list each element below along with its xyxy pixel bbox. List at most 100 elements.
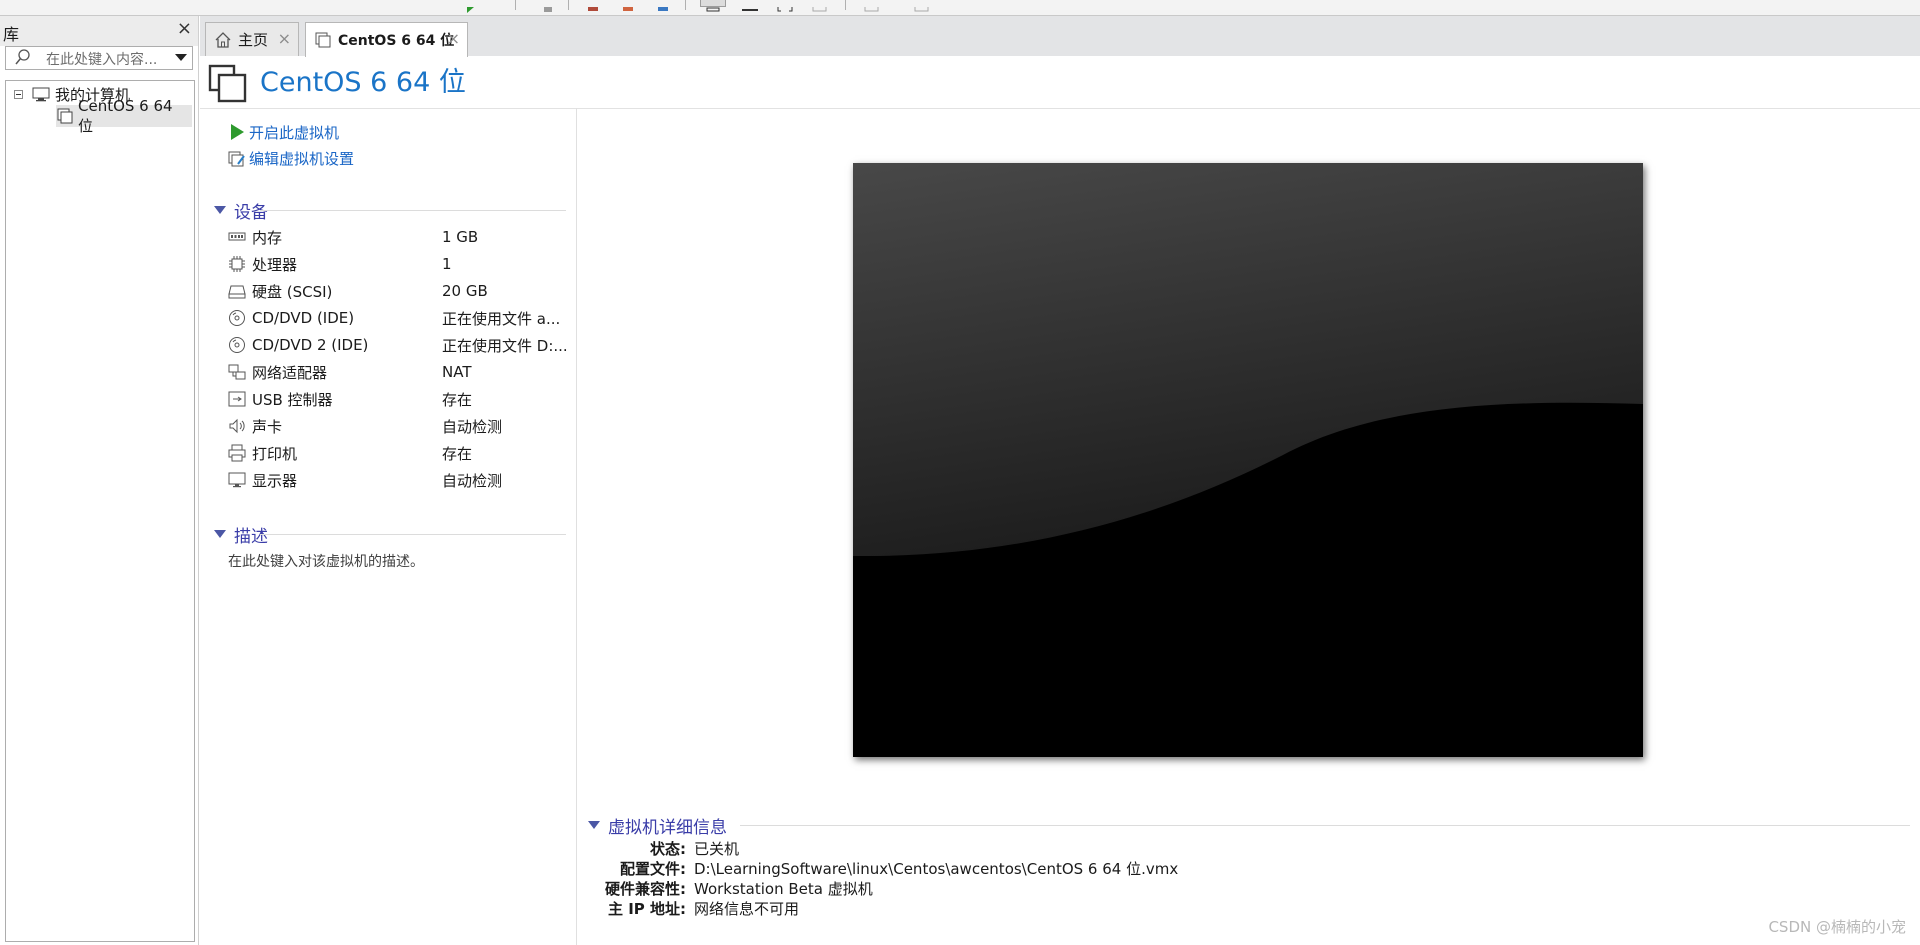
revert-snapshot-toolbar-button[interactable] [585,0,603,11]
tab-close-button[interactable]: × [278,29,291,48]
tab-strip: 主页 × CentOS 6 64 位 × [200,16,1920,57]
device-row-hard-disk[interactable]: 硬盘 (SCSI) 20 GB [228,279,573,303]
device-name: 处理器 [252,255,298,274]
detail-row-hardware-compat: 硬件兼容性: Workstation Beta 虚拟机 [588,878,873,898]
search-placeholder: 在此处键入内容... [46,52,158,68]
vm-details-section-header[interactable]: 虚拟机详细信息 [588,813,727,838]
memory-icon [228,228,246,246]
device-name: CD/DVD 2 (IDE) [252,336,369,354]
edit-settings-link[interactable]: 编辑虚拟机设置 [228,147,354,169]
detail-value: 网络信息不可用 [694,899,800,918]
device-value: 存在 [442,444,473,463]
library-header: 库 × [0,16,198,46]
manage-snapshots-toolbar-button[interactable] [620,0,638,11]
device-row-processor[interactable]: 处理器 1 [228,252,573,276]
search-dropdown-icon[interactable] [175,54,187,61]
device-value: 自动检测 [442,471,503,490]
collapse-icon[interactable] [14,89,23,99]
stretch-toolbar-button[interactable] [912,0,932,12]
detail-row-ip-address: 主 IP 地址: 网络信息不可用 [588,898,799,918]
device-row-cd-dvd-2[interactable]: CD/DVD 2 (IDE) 正在使用文件 D:... [228,333,573,357]
snapshot-manager-toolbar-button[interactable] [655,0,673,11]
device-name: 显示器 [252,471,298,490]
fullscreen-toolbar-button[interactable] [775,0,795,12]
detail-label: 硬件兼容性: [605,879,686,898]
detail-value[interactable]: D:\LearningSoftware\linux\Centos\awcento… [694,858,1178,879]
description-field[interactable]: 在此处键入对该虚拟机的描述。 [228,551,424,571]
detail-row-config-file: 配置文件: D:\LearningSoftware\linux\Centos\a… [588,858,1178,878]
device-value: 正在使用文件 a... [442,309,561,328]
toolbar [0,0,1920,16]
section-divider [260,534,566,535]
tab-label: 主页 [238,31,269,49]
detail-value: Workstation Beta 虚拟机 [694,879,873,898]
library-title: 库 [3,25,20,44]
vm-large-icon [208,64,248,104]
printer-icon [228,444,246,462]
device-row-sound-card[interactable]: 声卡 自动检测 [228,414,573,438]
sound-card-icon [228,417,246,435]
device-name: 内存 [252,228,283,247]
tab-home[interactable]: 主页 × [205,22,299,56]
device-value: NAT [442,363,472,381]
tree-item-vm[interactable]: CentOS 6 64 位 [56,97,192,135]
toolbar-separator [568,0,569,10]
tab-vm[interactable]: CentOS 6 64 位 × [305,22,468,57]
hard-disk-icon [228,282,246,300]
device-name: 打印机 [252,444,298,463]
device-value: 1 GB [442,228,479,246]
console-view-toolbar-button[interactable] [740,0,760,11]
vm-summary-column: 开启此虚拟机 编辑虚拟机设置 设备 内存 1 GB 处理器 1 硬盘 (SCSI… [200,108,577,945]
device-name: CD/DVD (IDE) [252,309,355,327]
vm-screen-preview[interactable] [853,163,1643,757]
vm-details-header-label: 虚拟机详细信息 [608,817,727,838]
vm-title: CentOS 6 64 位 [260,67,466,98]
library-tree: 我的计算机 CentOS 6 64 位 [5,80,195,942]
collapse-triangle-icon[interactable] [214,530,226,538]
main-area: 主页 × CentOS 6 64 位 × CentOS 6 64 位 开启此虚拟… [200,16,1920,945]
snapshot-toolbar-button[interactable] [540,0,558,12]
detail-label: 主 IP 地址: [607,899,686,918]
edit-settings-icon [228,149,246,167]
display-icon [228,471,246,489]
cd-dvd-icon [228,309,246,327]
power-on-link[interactable]: 开启此虚拟机 [228,121,339,143]
detail-label: 配置文件: [620,859,686,878]
detail-label: 状态: [650,839,686,858]
vm-icon [314,31,332,49]
collapse-triangle-icon[interactable] [214,206,226,214]
device-row-network-adapter[interactable]: 网络适配器 NAT [228,360,573,384]
collapse-triangle-icon[interactable] [588,821,600,829]
device-value: 自动检测 [442,417,503,436]
console-toolbar-button[interactable] [862,0,882,12]
tab-label: CentOS 6 64 位 [338,33,455,49]
device-name: 网络适配器 [252,363,328,382]
network-adapter-icon [228,363,246,381]
tab-close-button[interactable]: × [447,29,460,48]
detail-value: 已关机 [694,839,740,858]
play-icon [228,123,246,141]
device-row-cd-dvd[interactable]: CD/DVD (IDE) 正在使用文件 a... [228,306,573,330]
library-view-toolbar-button[interactable] [700,0,726,12]
unity-toolbar-button[interactable] [810,0,830,12]
device-name: 声卡 [252,417,283,436]
watermark: CSDN @楠楠的小宠 [1768,918,1906,936]
library-search-input[interactable]: 在此处键入内容... [5,46,193,70]
vm-icon [56,107,74,125]
device-row-printer[interactable]: 打印机 存在 [228,441,573,465]
device-row-usb-controller[interactable]: USB 控制器 存在 [228,387,573,411]
library-close-button[interactable]: × [177,18,192,39]
edit-settings-label: 编辑虚拟机设置 [249,149,355,168]
library-panel: 库 × 在此处键入内容... 我的计算机 CentOS 6 64 位 [0,16,199,945]
computer-icon [31,85,51,103]
home-icon [214,31,232,49]
search-icon [14,48,30,66]
device-row-memory[interactable]: 内存 1 GB [228,225,573,249]
power-on-toolbar-button[interactable] [462,0,480,13]
vm-title-bar: CentOS 6 64 位 [200,56,1920,109]
section-divider [740,825,1910,826]
cd-dvd-icon [228,336,246,354]
power-on-label: 开启此虚拟机 [249,123,340,142]
device-value: 20 GB [442,282,488,300]
device-row-display[interactable]: 显示器 自动检测 [228,468,573,492]
